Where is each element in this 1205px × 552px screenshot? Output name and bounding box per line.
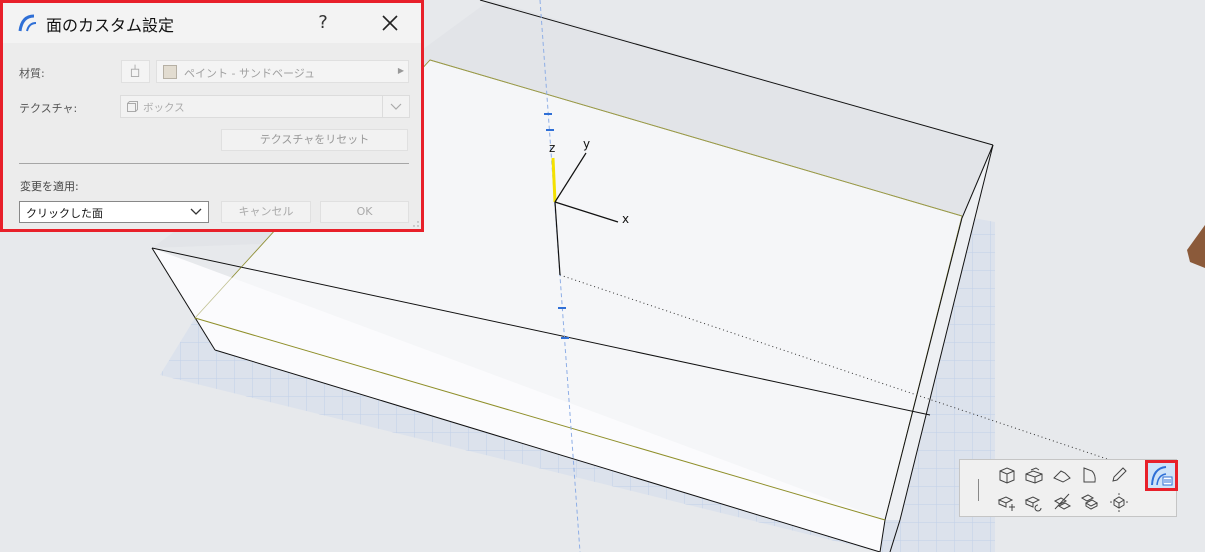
material-value: ペイント - サンドベージュ [184, 67, 315, 80]
face-tools-toolbar [959, 459, 1178, 517]
close-icon[interactable] [375, 9, 403, 37]
dialog-titlebar[interactable]: 面のカスタム設定 ? [3, 3, 421, 43]
surface-icon[interactable] [1080, 465, 1100, 485]
stack-icon[interactable] [1080, 492, 1100, 512]
cancel-button[interactable]: キャンセル [221, 201, 311, 223]
axis-y-label: y [583, 137, 590, 151]
custom-face-settings-icon [1151, 466, 1173, 486]
box-texture-icon [127, 101, 138, 112]
dialog-title: 面のカスタム設定 [46, 16, 175, 35]
extrude-icon[interactable] [1024, 465, 1044, 485]
apply-target-value: クリックした面 [26, 207, 103, 220]
explode-icon[interactable] [1109, 492, 1129, 512]
toolbar-separator [978, 479, 979, 501]
face-settings-app-icon [18, 14, 37, 32]
texture-label: テクスチャ: [19, 102, 78, 115]
axis-z-label: z [549, 141, 555, 155]
move-icon[interactable] [997, 492, 1017, 512]
help-button[interactable]: ? [309, 9, 337, 37]
box-face-icon[interactable] [997, 465, 1017, 485]
texture-select[interactable]: ボックス [120, 95, 410, 118]
chevron-down-icon [190, 208, 202, 215]
material-swatch [163, 65, 177, 79]
pencil-icon[interactable] [1109, 465, 1129, 485]
ok-button[interactable]: OK [320, 201, 409, 223]
chevron-down-icon [390, 103, 402, 110]
apply-target-select[interactable]: クリックした面 [19, 201, 209, 223]
offset-icon[interactable] [1052, 492, 1072, 512]
paint-bucket-icon [130, 64, 140, 77]
rotate-icon[interactable] [1024, 492, 1044, 512]
texture-dropdown-toggle[interactable] [382, 96, 409, 117]
paint-bucket-button[interactable] [121, 60, 150, 83]
roof-icon[interactable] [1052, 465, 1072, 485]
axis-x-label: x [622, 212, 629, 226]
texture-value: ボックス [143, 102, 185, 114]
chevron-right-icon: ▶ [397, 66, 404, 75]
material-label: 材質: [19, 67, 45, 80]
resize-grip-icon[interactable] [413, 221, 419, 227]
divider [19, 163, 409, 164]
material-picker[interactable]: ペイント - サンドベージュ ▶ [156, 60, 409, 83]
custom-face-settings-button[interactable] [1145, 460, 1178, 491]
custom-face-settings-dialog: 面のカスタム設定 ? 材質: ペイント - サンドベージュ ▶ テクスチャ: ボ… [0, 0, 424, 232]
apply-changes-label: 変更を適用: [20, 180, 79, 193]
reset-texture-button[interactable]: テクスチャをリセット [221, 129, 408, 151]
